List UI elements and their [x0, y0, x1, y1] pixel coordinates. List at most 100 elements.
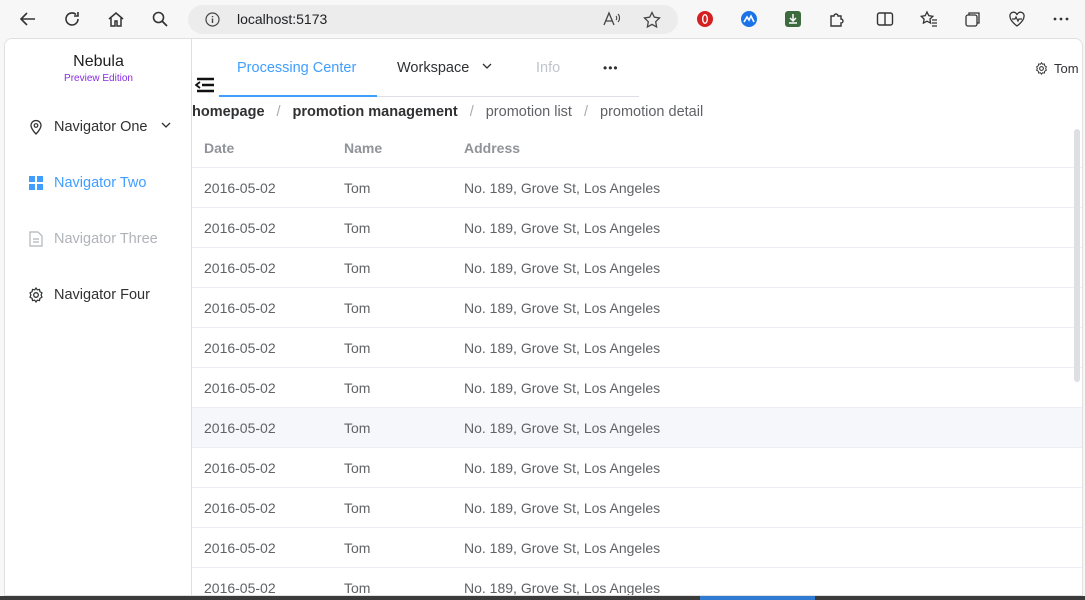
tab-workspace[interactable]: Workspace [397, 49, 493, 97]
home-icon[interactable] [104, 7, 128, 31]
page-viewport: Nebula Preview Edition Navigator One Nav… [4, 38, 1083, 596]
cell-date: 2016-05-02 [204, 300, 276, 316]
table-row[interactable]: 2016-05-02 Tom No. 189, Grove St, Los Ange… [192, 408, 1082, 448]
download-extension-icon[interactable] [783, 9, 803, 29]
cell-name: Tom [344, 460, 371, 476]
breadcrumb-promotion-detail: promotion detail [600, 104, 704, 120]
user-menu[interactable]: Tom [1035, 61, 1079, 76]
cell-address: No. 189, Grove St, Los Angeles [464, 500, 661, 516]
table-row[interactable]: 2016-05-02 Tom No. 189, Grove St, Los Ange… [192, 288, 1082, 328]
cell-name: Tom [344, 540, 371, 556]
brand-title: Nebula [73, 53, 124, 70]
cell-date: 2016-05-02 [204, 180, 276, 196]
column-header-date[interactable]: Date [204, 128, 234, 168]
cell-name: Tom [344, 420, 371, 436]
tab-label: Processing Center [237, 60, 357, 76]
gear-icon [28, 287, 44, 303]
table-row[interactable]: 2016-05-02 Tom No. 189, Grove St, Los Ange… [192, 368, 1082, 408]
table-row[interactable]: 2016-05-02 Tom No. 189, Grove St, Los Ange… [192, 528, 1082, 568]
cell-name: Tom [344, 220, 371, 236]
sidebar: Nebula Preview Edition Navigator One Nav… [5, 39, 192, 595]
brand-subtitle: Preview Edition [64, 73, 133, 84]
cell-date: 2016-05-02 [204, 540, 276, 556]
taskbar-edge [0, 596, 1085, 600]
cell-address: No. 189, Grove St, Los Angeles [464, 420, 661, 436]
collections-icon[interactable] [963, 9, 983, 29]
address-bar[interactable]: localhost:5173 [188, 5, 678, 34]
table-row[interactable]: 2016-05-02 Tom No. 189, Grove St, Los Ange… [192, 248, 1082, 288]
chevron-down-icon [481, 49, 493, 87]
cell-date: 2016-05-02 [204, 220, 276, 236]
tab-label: Info [536, 60, 561, 76]
brand: Nebula Preview Edition [5, 53, 192, 84]
cell-name: Tom [344, 580, 371, 596]
cell-name: Tom [344, 340, 371, 356]
cell-name: Tom [344, 300, 371, 316]
puzzle-extension-icon[interactable] [827, 9, 847, 29]
cell-date: 2016-05-02 [204, 380, 276, 396]
cell-name: Tom [344, 500, 371, 516]
cell-address: No. 189, Grove St, Los Angeles [464, 220, 661, 236]
tab-processing-center[interactable]: Processing Center [219, 49, 377, 97]
cell-address: No. 189, Grove St, Los Angeles [464, 540, 661, 556]
sidebar-item-label: Navigator Three [54, 231, 158, 247]
back-icon[interactable] [16, 7, 40, 31]
menu-collapse-icon[interactable] [194, 77, 217, 95]
cell-date: 2016-05-02 [204, 420, 276, 436]
cell-address: No. 189, Grove St, Los Angeles [464, 580, 661, 596]
sidebar-item-navigator-two[interactable]: Navigator Two [5, 155, 192, 211]
breadcrumb: homepage / promotion management / promotion … [192, 104, 703, 120]
cell-date: 2016-05-02 [204, 460, 276, 476]
favorite-star-icon[interactable] [643, 11, 661, 34]
cell-address: No. 189, Grove St, Los Angeles [464, 380, 661, 396]
table-body: 2016-05-02 Tom No. 189, Grove St, Los Ange… [192, 168, 1082, 596]
breadcrumb-separator: / [276, 104, 281, 120]
table-header: Date Name Address [192, 128, 1082, 168]
cell-date: 2016-05-02 [204, 580, 276, 596]
table-row[interactable]: 2016-05-02 Tom No. 189, Grove St, Los Ange… [192, 328, 1082, 368]
breadcrumb-separator: / [469, 104, 474, 120]
blue-extension-icon[interactable] [739, 9, 759, 29]
column-header-address[interactable]: Address [464, 128, 520, 168]
search-icon[interactable] [148, 7, 172, 31]
sidebar-item-label: Navigator One [54, 119, 148, 135]
tab-label: Workspace [397, 60, 470, 76]
table-row[interactable]: 2016-05-02 Tom No. 189, Grove St, Los Ange… [192, 488, 1082, 528]
more-menu-icon[interactable] [1051, 9, 1071, 29]
table-row[interactable]: 2016-05-02 Tom No. 189, Grove St, Los Ange… [192, 168, 1082, 208]
cell-address: No. 189, Grove St, Los Angeles [464, 460, 661, 476]
split-screen-icon[interactable] [875, 9, 895, 29]
sidebar-item-navigator-one[interactable]: Navigator One [5, 99, 192, 155]
browser-essentials-icon[interactable] [1007, 9, 1027, 29]
breadcrumb-homepage[interactable]: homepage [192, 104, 265, 120]
column-header-name[interactable]: Name [344, 128, 382, 168]
chevron-down-icon [160, 119, 172, 135]
cell-date: 2016-05-02 [204, 500, 276, 516]
table-scrollbar[interactable] [1074, 129, 1080, 382]
tab-more[interactable]: ••• [603, 49, 619, 97]
cell-name: Tom [344, 260, 371, 276]
reload-icon[interactable] [60, 7, 84, 31]
top-menu: Processing Center Workspace Info ••• [219, 49, 639, 97]
sidebar-item-label: Navigator Two [54, 175, 147, 191]
grid-icon [28, 175, 44, 191]
opera-extension-icon[interactable] [695, 9, 715, 29]
sidebar-item-label: Navigator Four [54, 287, 150, 303]
data-table: Date Name Address 2016-05-02 Tom No. 189, … [192, 128, 1082, 596]
sidebar-item-navigator-four[interactable]: Navigator Four [5, 267, 192, 323]
table-row[interactable]: 2016-05-02 Tom No. 189, Grove St, Los Ange… [192, 208, 1082, 248]
table-row[interactable]: 2016-05-02 Tom No. 189, Grove St, Los Ange… [192, 568, 1082, 596]
gear-icon [1035, 62, 1048, 75]
table-row[interactable]: 2016-05-02 Tom No. 189, Grove St, Los Ange… [192, 448, 1082, 488]
location-icon [28, 119, 44, 135]
breadcrumb-promotion-management[interactable]: promotion management [293, 104, 458, 120]
cell-address: No. 189, Grove St, Los Angeles [464, 300, 661, 316]
cell-address: No. 189, Grove St, Los Angeles [464, 260, 661, 276]
read-aloud-icon[interactable] [603, 11, 621, 32]
favorites-icon[interactable] [919, 9, 939, 29]
sidebar-item-navigator-three: Navigator Three [5, 211, 192, 267]
cell-name: Tom [344, 380, 371, 396]
taskbar-accent [700, 596, 815, 600]
site-info-icon[interactable] [205, 12, 220, 32]
document-icon [28, 231, 44, 247]
